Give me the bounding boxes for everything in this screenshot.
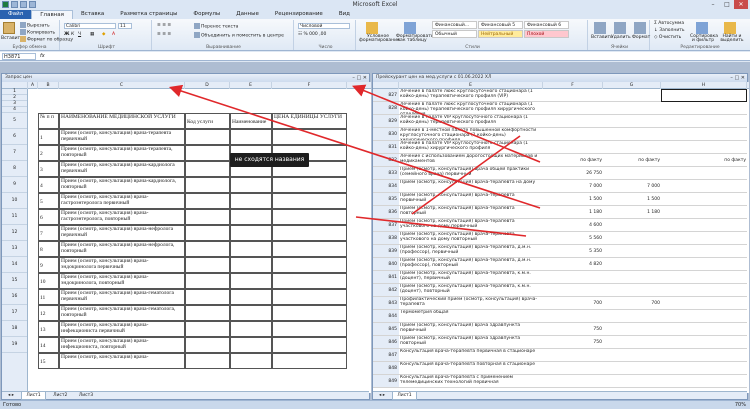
format-as-table-button[interactable]: Форматировать как таблицу	[396, 34, 433, 43]
undo-icon[interactable]	[20, 1, 27, 8]
font-size-combo[interactable]: 11	[118, 23, 132, 29]
delete-cells-button[interactable]: Удалить	[611, 35, 631, 40]
font-group: Calibri 11 Ж К Ч ▦ ◆ A Шрифт	[62, 20, 152, 50]
sort-filter-icon[interactable]	[696, 22, 708, 34]
styles-caption: Стили	[465, 45, 480, 50]
cut-button[interactable]: Вырезать	[20, 22, 50, 29]
annotation-arrow	[352, 84, 541, 163]
format-as-table-icon[interactable]	[404, 22, 416, 34]
annotation-arrow	[411, 135, 521, 215]
alignment-group: ≡ ≡ ≡ ≡ ≡ ≡ Перенос текста Объединить и …	[154, 20, 294, 50]
window-title: Microsoft Excel	[352, 1, 398, 8]
autosum-button[interactable]: Σ Автосумма	[654, 21, 684, 26]
font-name-combo[interactable]: Calibri	[64, 23, 116, 29]
style-financial-5[interactable]: Финансовый 5	[478, 21, 523, 29]
style-financial-6[interactable]: Финансовый 6	[524, 21, 569, 29]
minimize-icon[interactable]: –	[706, 0, 720, 9]
editing-caption: Редактирование	[680, 45, 720, 50]
brush-icon	[20, 36, 26, 42]
format-cells-button[interactable]: Формат	[632, 35, 650, 40]
editing-group: Σ Автосумма ↓ Заполнить ◇ Очистить Сорти…	[652, 20, 748, 50]
tab-insert[interactable]: Вставка	[73, 10, 112, 19]
find-select-icon[interactable]	[724, 22, 736, 34]
ribbon-tabs: Файл Главная Вставка Разметка страницы Ф…	[0, 9, 750, 20]
annotation-arrow	[355, 216, 527, 237]
conditional-format-button[interactable]: Условное форматирование	[359, 34, 400, 43]
number-format-combo[interactable]: Числовой	[298, 23, 350, 29]
status-bar: Готово 70%	[0, 400, 750, 409]
fill-button[interactable]: ↓ Заполнить	[654, 28, 685, 33]
currency-icon[interactable]: ☷ % 000 ,00	[298, 32, 326, 37]
style-neutral[interactable]: Нейтральный	[478, 30, 523, 38]
paste-icon[interactable]	[3, 22, 15, 34]
annotation-overlay	[168, 84, 541, 237]
quick-access-toolbar	[2, 1, 36, 8]
merge-icon	[194, 32, 200, 38]
workspace: Запрос цен – □ ✕ A B C D E F 1 2 3 4 5 6 7 8 9 10 1…	[0, 62, 750, 400]
style-bad[interactable]: Плохой	[524, 30, 569, 38]
tab-page-layout[interactable]: Разметка страницы	[112, 10, 185, 19]
clipboard-group: Вставить Вырезать Копировать Формат по о…	[0, 20, 73, 50]
clipboard-caption: Буфер обмена	[12, 45, 47, 50]
scissors-icon	[20, 22, 26, 28]
annotation-callout: не сходятся названия	[230, 153, 309, 167]
close-icon[interactable]: ✕	[734, 0, 748, 9]
number-caption: Число	[318, 45, 333, 50]
format-cells-icon[interactable]	[634, 22, 646, 34]
delete-cells-icon[interactable]	[614, 22, 626, 34]
font-color-icon[interactable]: A	[112, 32, 115, 37]
copy-button[interactable]: Копировать	[20, 29, 55, 36]
tab-formulas[interactable]: Формулы	[185, 10, 228, 19]
sort-filter-button[interactable]: Сортировка и фильтр	[690, 34, 718, 43]
clear-button[interactable]: ◇ Очистить	[654, 35, 681, 40]
bold-button[interactable]: Ж	[64, 32, 70, 37]
merge-center-button[interactable]: Объединить и поместить в центре	[194, 32, 284, 39]
ribbon: Вставить Вырезать Копировать Формат по о…	[0, 19, 750, 51]
style-normal[interactable]: Обычный	[432, 30, 477, 38]
redo-icon[interactable]	[29, 1, 36, 8]
conditional-format-icon[interactable]	[366, 22, 378, 34]
cells-caption: Ячейки	[610, 45, 629, 50]
maximize-icon[interactable]: □	[720, 0, 734, 9]
zoom-level[interactable]: 70%	[735, 401, 746, 409]
styles-group: Условное форматирование Форматировать ка…	[358, 20, 588, 50]
tab-view[interactable]: Вид	[331, 10, 358, 19]
find-select-button[interactable]: Найти и выделить	[717, 34, 747, 43]
underline-button[interactable]: Ч	[78, 32, 81, 37]
status-text: Готово	[3, 402, 22, 408]
title-bar: Microsoft Excel – □ ✕	[0, 0, 750, 10]
cells-group: Вставить Удалить Формат Ячейки	[590, 20, 650, 50]
copy-icon	[20, 29, 26, 35]
align-left-icon[interactable]: ≡ ≡ ≡	[157, 32, 171, 37]
tab-review[interactable]: Рецензирование	[267, 10, 331, 19]
style-financial[interactable]: Финансовый...	[432, 21, 477, 29]
fx-icon[interactable]: fx	[40, 53, 45, 59]
annotation-arrow	[168, 84, 541, 209]
number-group: Числовой ☷ % 000 ,00 Число	[296, 20, 356, 50]
tab-home[interactable]: Главная	[31, 9, 73, 20]
font-caption: Шрифт	[97, 45, 116, 50]
insert-cells-icon[interactable]	[594, 22, 606, 34]
align-top-icon[interactable]: ≡ ≡ ≡	[157, 23, 171, 28]
fill-color-icon[interactable]: ◆	[102, 32, 105, 37]
wrap-icon	[194, 23, 200, 29]
name-box[interactable]: H3871	[2, 53, 36, 60]
formula-bar: H3871 fx	[0, 52, 750, 61]
alignment-caption: Выравнивание	[206, 45, 241, 50]
excel-icon	[2, 1, 9, 8]
tab-file[interactable]: Файл	[0, 10, 32, 19]
save-icon[interactable]	[11, 1, 18, 8]
borders-icon[interactable]: ▦	[90, 32, 94, 37]
insert-cells-button[interactable]: Вставить	[591, 35, 613, 40]
italic-button[interactable]: К	[71, 32, 74, 37]
wrap-text-button[interactable]: Перенос текста	[194, 23, 238, 30]
tab-data[interactable]: Данные	[228, 10, 267, 19]
